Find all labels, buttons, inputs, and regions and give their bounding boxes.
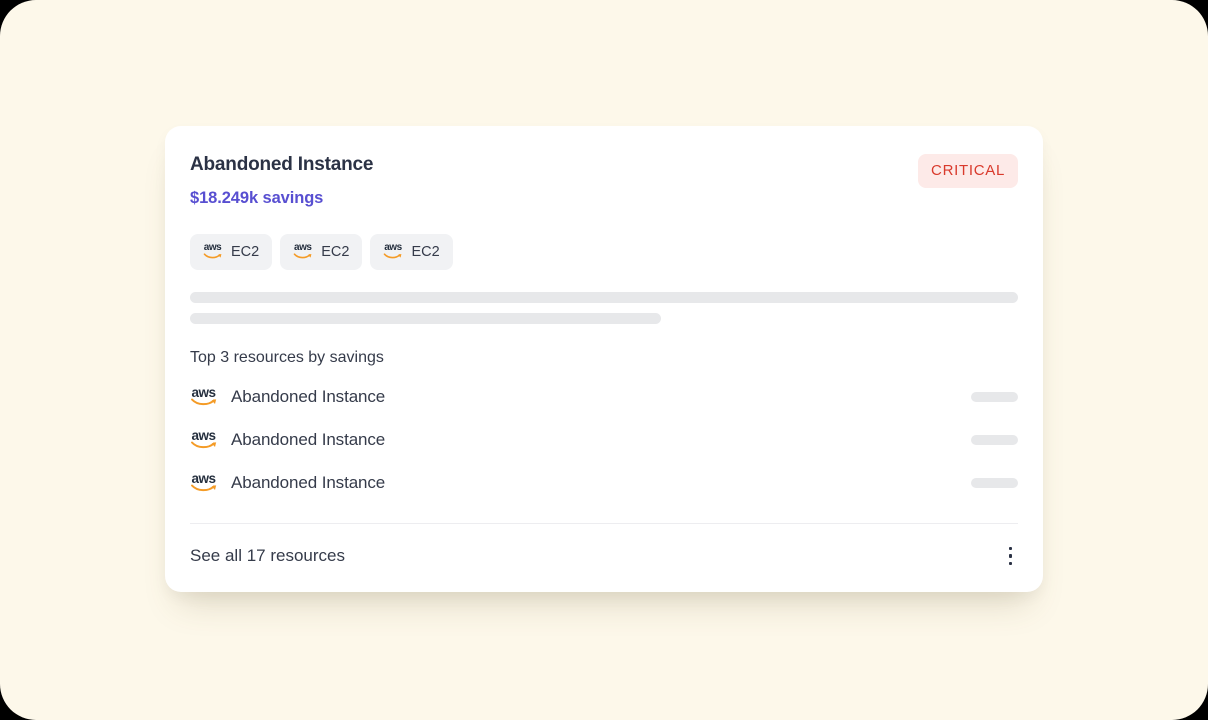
resource-name: Abandoned Instance bbox=[231, 473, 385, 493]
resources-heading: Top 3 resources by savings bbox=[190, 349, 1018, 367]
see-all-resources-link[interactable]: See all 17 resources bbox=[190, 546, 345, 566]
card-footer: See all 17 resources bbox=[190, 524, 1018, 592]
resource-value-skeleton bbox=[971, 478, 1018, 488]
description-skeleton bbox=[190, 292, 1018, 324]
service-chip-label: EC2 bbox=[411, 244, 439, 260]
card-header: Abandoned Instance $18.249k savings CRIT… bbox=[190, 154, 1018, 208]
app-background: Abandoned Instance $18.249k savings CRIT… bbox=[0, 0, 1208, 720]
resource-name: Abandoned Instance bbox=[231, 430, 385, 450]
service-chip-ec2[interactable]: aws EC2 bbox=[370, 234, 452, 270]
service-chip-label: EC2 bbox=[231, 244, 259, 260]
resource-value-skeleton bbox=[971, 435, 1018, 445]
resource-row[interactable]: aws Abandoned Instance bbox=[190, 470, 1018, 496]
card-header-left: Abandoned Instance $18.249k savings bbox=[190, 154, 373, 208]
page-title: Abandoned Instance bbox=[190, 154, 373, 177]
kebab-menu-icon[interactable] bbox=[1003, 543, 1019, 570]
skeleton-line bbox=[190, 313, 661, 324]
service-chip-ec2[interactable]: aws EC2 bbox=[280, 234, 362, 270]
resource-value-skeleton bbox=[971, 392, 1018, 402]
aws-logo-icon: aws bbox=[383, 244, 402, 260]
resource-row[interactable]: aws Abandoned Instance bbox=[190, 384, 1018, 410]
resource-name: Abandoned Instance bbox=[231, 387, 385, 407]
severity-badge: CRITICAL bbox=[918, 154, 1018, 188]
aws-logo-icon: aws bbox=[293, 244, 312, 260]
aws-logo-icon: aws bbox=[190, 473, 217, 493]
aws-logo-icon: aws bbox=[190, 430, 217, 450]
recommendation-card: Abandoned Instance $18.249k savings CRIT… bbox=[165, 126, 1043, 592]
service-chip-label: EC2 bbox=[321, 244, 349, 260]
aws-logo-icon: aws bbox=[203, 244, 222, 260]
aws-logo-icon: aws bbox=[190, 387, 217, 407]
skeleton-line bbox=[190, 292, 1018, 303]
resource-row[interactable]: aws Abandoned Instance bbox=[190, 427, 1018, 453]
savings-amount: $18.249k savings bbox=[190, 189, 373, 208]
service-chips-row: aws EC2 aws EC2 bbox=[190, 234, 1018, 270]
service-chip-ec2[interactable]: aws EC2 bbox=[190, 234, 272, 270]
